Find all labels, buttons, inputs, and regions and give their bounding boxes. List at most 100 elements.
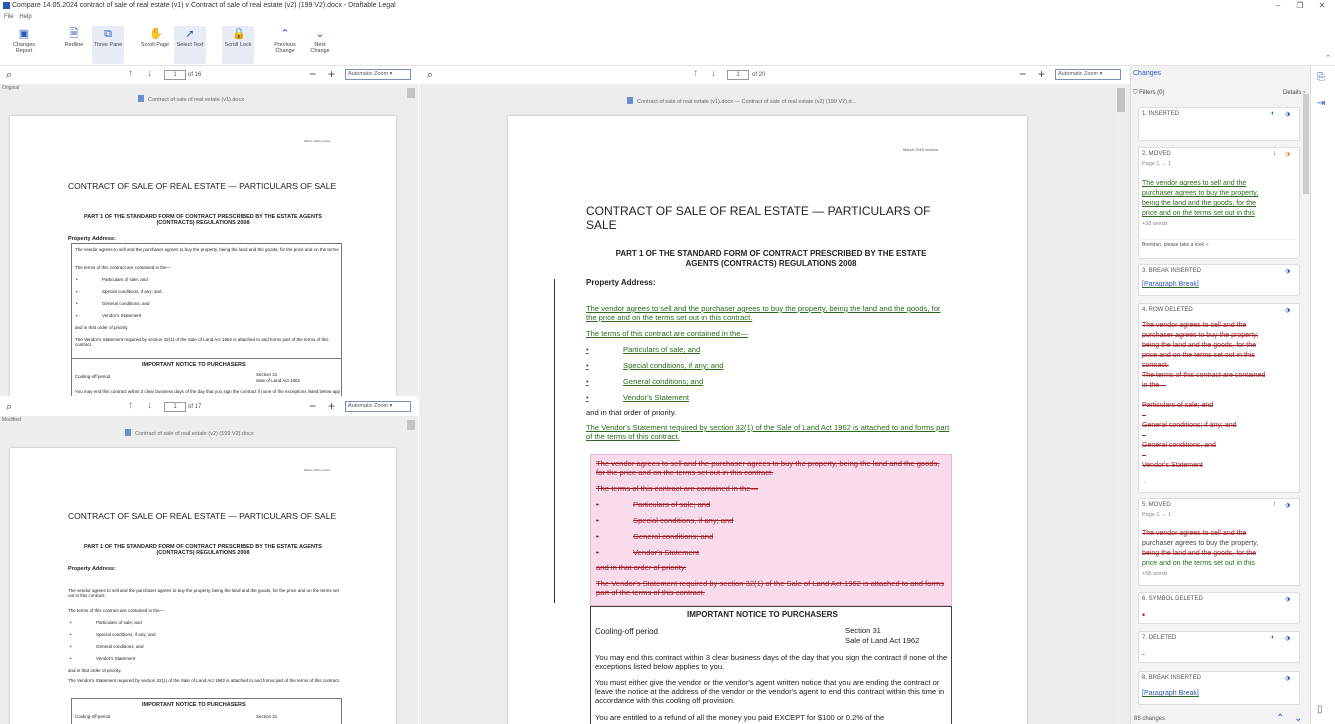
doc-title: CONTRACT OF SALE OF REAL ESTATE — PARTIC…: [68, 181, 337, 191]
menu-help[interactable]: Help: [19, 14, 31, 20]
zoom-select[interactable]: Automatic Zoom ▾: [1055, 69, 1121, 80]
deleted-bullet[interactable]: •: [596, 548, 599, 557]
deleted-line: purchaser agrees to buy the property,: [1142, 332, 1259, 339]
deleted-bullet[interactable]: •: [596, 516, 599, 525]
tag-icon[interactable]: ⬗: [1285, 674, 1290, 682]
deleted-text[interactable]: Particulars of sale; and: [633, 500, 710, 509]
inserted-text[interactable]: Special conditions, if any; and: [623, 361, 723, 370]
details-button[interactable]: Details ›: [1283, 90, 1305, 96]
change-item[interactable]: 6. SYMBOL DELETED ⬗ •: [1138, 592, 1300, 624]
tag-icon[interactable]: ⬗: [1285, 150, 1290, 158]
document-icon: [138, 95, 144, 102]
scroll-page-button[interactable]: ✋ Scroll Page: [140, 26, 170, 64]
next-page-icon[interactable]: ↓: [711, 68, 716, 79]
select-text-button[interactable]: ➚ Select Text: [174, 26, 206, 64]
next-page-icon[interactable]: ↓: [147, 400, 152, 411]
change-item[interactable]: 7. DELETED ◐ ⬗ -: [1138, 631, 1300, 663]
panel-toggle-icon[interactable]: ▯: [1317, 704, 1323, 715]
zoom-out-button[interactable]: −: [309, 399, 316, 413]
comparison-doc-view[interactable]: Contract of sale of real estate (v1).doc…: [419, 84, 1130, 724]
terms-text: The terms of this contract are contained…: [68, 608, 165, 613]
page-number-input[interactable]: 1: [164, 70, 186, 80]
tag-icon[interactable]: ⬗: [1285, 306, 1290, 314]
change-item[interactable]: 4. ROW DELETED ⬗ The vendor agrees to se…: [1138, 303, 1300, 493]
inserted-bullet[interactable]: •: [586, 361, 589, 370]
change-item[interactable]: 1. INSERTED ◐ ⬗: [1138, 107, 1300, 141]
deleted-text[interactable]: The Vendor's Statement required by secti…: [596, 579, 950, 597]
scroll-thumb[interactable]: [1117, 88, 1125, 112]
prev-page-icon[interactable]: ↑: [128, 68, 133, 79]
inserted-bullet[interactable]: •: [586, 393, 589, 402]
change-item[interactable]: 2. MOVED ↓ ⬗ Page 1 → 1 The vendor agree…: [1138, 147, 1300, 259]
inserted-text[interactable]: General conditions; and: [623, 377, 703, 386]
page-number-input[interactable]: 1: [727, 70, 749, 80]
tag-icon[interactable]: ⬗: [1285, 634, 1290, 642]
next-change-icon[interactable]: ⌄: [1294, 713, 1302, 724]
next-change-button[interactable]: ⌄ Next Change: [304, 26, 336, 64]
search-icon[interactable]: ⌕: [6, 401, 12, 414]
vertical-scrollbar[interactable]: [406, 418, 416, 724]
tag-icon[interactable]: ⬗: [1285, 267, 1290, 275]
next-page-icon[interactable]: ↓: [147, 68, 152, 79]
zoom-in-button[interactable]: +: [1038, 67, 1045, 81]
comment[interactable]: Brendan, please take a look ✓: [1142, 239, 1296, 248]
scroll-thumb[interactable]: [407, 88, 415, 98]
deleted-text[interactable]: General conditions; and: [633, 532, 713, 541]
deleted-text[interactable]: The terms of this contract are contained…: [596, 484, 758, 493]
doc-part: PART 1 OF THE STANDARD FORM OF CONTRACT …: [615, 249, 927, 268]
moved-block[interactable]: The vendor agrees to sell and the purcha…: [590, 454, 952, 606]
prev-page-icon[interactable]: ↑: [128, 400, 133, 411]
original-doc-view[interactable]: Original Contract of sale of real estate…: [0, 84, 418, 396]
zoom-in-button[interactable]: +: [328, 399, 335, 413]
modified-doc-view[interactable]: Modified Contract of sale of real estate…: [0, 416, 418, 724]
vertical-scrollbar[interactable]: [406, 86, 416, 396]
filters-button[interactable]: ⛉ Filters (0): [1133, 90, 1165, 97]
inserted-bullet[interactable]: •: [586, 345, 589, 354]
close-button[interactable]: ✕: [1309, 0, 1335, 12]
sign-out-icon[interactable]: ⇥: [1317, 98, 1325, 109]
deleted-text[interactable]: The vendor agrees to sell and the purcha…: [596, 459, 950, 477]
deleted-symbol: •: [1142, 610, 1146, 620]
search-icon[interactable]: ⌕: [427, 69, 433, 82]
document-icon: [627, 97, 633, 104]
tag-icon[interactable]: ⬗: [1285, 501, 1290, 509]
search-icon[interactable]: ⌕: [6, 69, 12, 82]
prev-change-icon[interactable]: ⌃: [1276, 713, 1284, 724]
change-item[interactable]: 5. MOVED ↑ ⬗ Page 1 → 1 The vendor agree…: [1138, 498, 1300, 586]
deleted-bullet[interactable]: •: [596, 500, 599, 509]
changes-report-button[interactable]: ▣ Changes Report: [6, 26, 42, 64]
tag-icon[interactable]: ⬗: [1285, 595, 1290, 603]
changes-scrollbar[interactable]: [1303, 94, 1309, 194]
inserted-bullet[interactable]: •: [586, 377, 589, 386]
change-item[interactable]: 8. BREAK INSERTED ⬗ [Paragraph Break]: [1138, 671, 1300, 705]
deleted-text[interactable]: Vendor's Statement: [633, 548, 699, 557]
menu-file[interactable]: File: [4, 14, 14, 20]
inserted-text[interactable]: The terms of this contract are contained…: [586, 329, 748, 338]
export-icon[interactable]: ⎘: [1317, 72, 1325, 83]
three-pane-button[interactable]: ⧉ Three Pane: [92, 26, 124, 64]
scroll-thumb[interactable]: [407, 420, 415, 430]
deleted-line: General conditions; if any; and: [1142, 422, 1237, 429]
zoom-in-button[interactable]: +: [328, 67, 335, 81]
bullet: •: [76, 289, 78, 294]
zoom-out-button[interactable]: −: [309, 67, 316, 81]
inserted-text[interactable]: Vendor's Statement: [623, 393, 689, 402]
zoom-select[interactable]: Automatic Zoom ▾: [345, 69, 411, 80]
vertical-scrollbar[interactable]: [1116, 86, 1126, 724]
deleted-text[interactable]: and in that order of priority.: [596, 563, 686, 572]
zoom-out-button[interactable]: −: [1019, 67, 1026, 81]
prev-page-icon[interactable]: ↑: [693, 68, 698, 79]
collapse-ribbon-icon[interactable]: ⌃: [1325, 54, 1331, 62]
tag-icon[interactable]: ⬗: [1285, 110, 1290, 118]
deleted-text[interactable]: Special conditions, if any; and: [633, 516, 733, 525]
inserted-text[interactable]: The Vendor's Statement required by secti…: [586, 423, 950, 441]
inserted-text[interactable]: Particulars of sale; and: [623, 345, 700, 354]
previous-change-button[interactable]: ⌃ Previous Change: [268, 26, 302, 64]
page-number-input[interactable]: 1: [164, 402, 186, 412]
scroll-lock-button[interactable]: 🔒 Scroll Lock: [222, 26, 254, 64]
deleted-bullet[interactable]: •: [596, 532, 599, 541]
inserted-text[interactable]: The vendor agrees to sell and the purcha…: [586, 304, 950, 322]
redline-button[interactable]: 🗎 Redline: [58, 26, 90, 64]
change-item[interactable]: 3. BREAK INSERTED ⬗ [Paragraph Break]: [1138, 264, 1300, 296]
zoom-select[interactable]: Automatic Zoom ▾: [345, 401, 411, 412]
